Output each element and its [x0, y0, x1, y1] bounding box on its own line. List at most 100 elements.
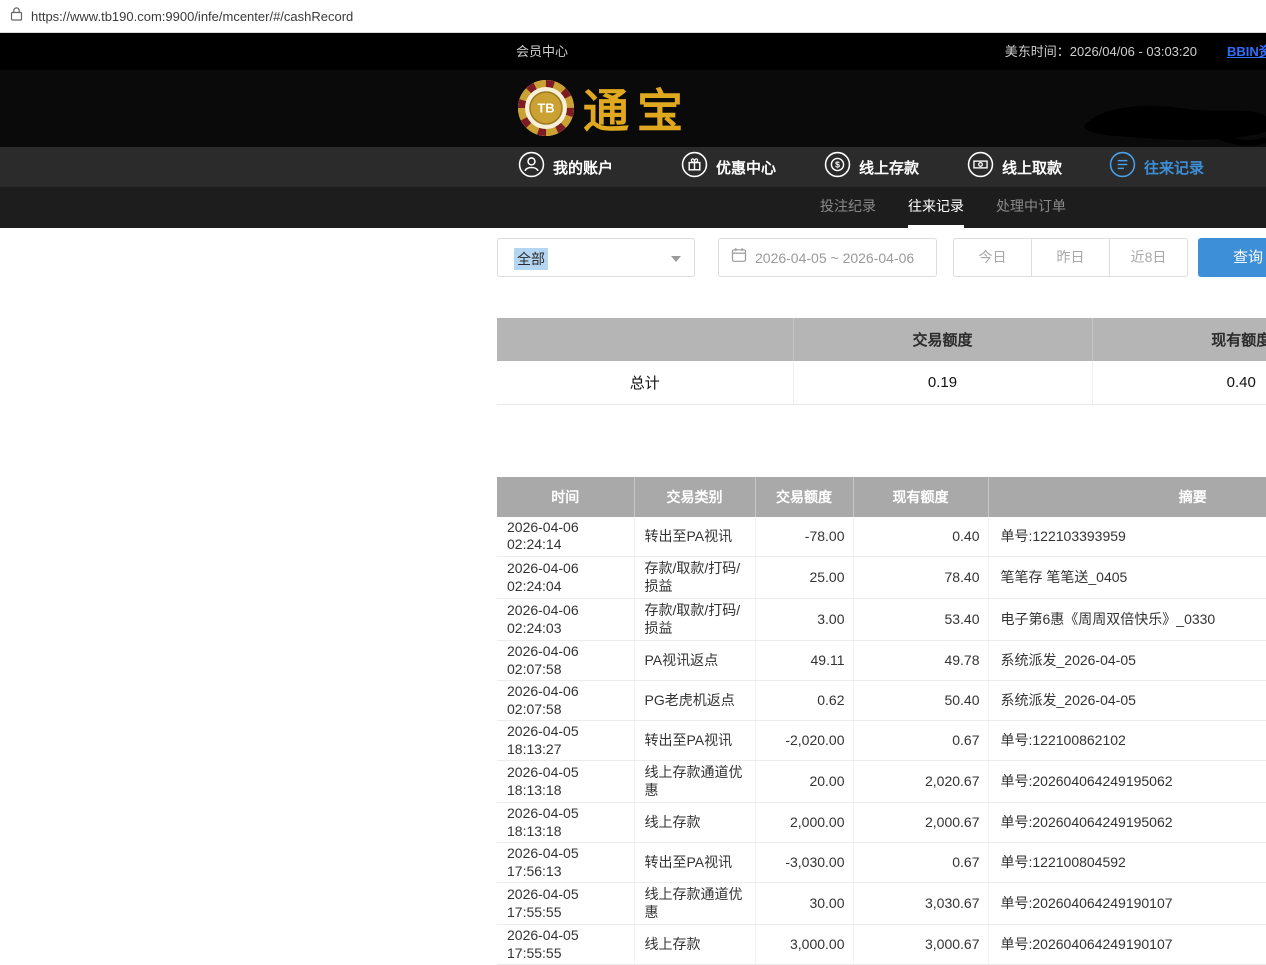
cell-amount: -2,020.00 — [755, 721, 853, 761]
gift-icon — [681, 151, 708, 183]
cell-time: 2026-04-05 18:13:18 — [497, 803, 634, 843]
cell-time: 2026-04-05 18:13:27 — [497, 721, 634, 761]
person-icon — [518, 151, 545, 183]
cell-amount: 0.62 — [755, 681, 853, 721]
redaction-scribble — [1080, 98, 1266, 153]
cell-summary: 单号:202604064249195062 — [988, 803, 1266, 843]
subnav-processing-orders[interactable]: 处理中订单 — [996, 187, 1066, 228]
records-table-body: 2026-04-06 02:24:14转出至PA视讯-78.000.40单号:1… — [497, 517, 1266, 965]
summary-header-transaction: 交易额度 — [793, 318, 1092, 361]
cell-balance: 53.40 — [853, 599, 988, 641]
summary-total-row: 总计 0.19 0.40 — [497, 361, 1266, 404]
table-row: 2026-04-06 02:24:03存款/取款/打码/损益3.0053.40电… — [497, 599, 1266, 641]
nav-item-withdraw[interactable]: 线上取款 — [967, 147, 1062, 187]
cell-summary: 单号:122100862102 — [988, 721, 1266, 761]
cell-time: 2026-04-05 18:13:18 — [497, 761, 634, 803]
cell-summary: 系统派发_2026-04-05 — [988, 641, 1266, 681]
table-row: 2026-04-06 02:07:58PG老虎机返点0.6250.40系统派发_… — [497, 681, 1266, 721]
cell-summary: 单号:202604064249190107 — [988, 925, 1266, 965]
summary-table: 交易额度 现有额度 总计 0.19 0.40 — [497, 318, 1266, 405]
cell-summary: 电子第6惠《周周双倍快乐》_0330 — [988, 599, 1266, 641]
record-icon — [1109, 151, 1136, 183]
url-text: https://www.tb190.com:9900/infe/mcenter/… — [31, 9, 353, 24]
summary-total-label: 总计 — [497, 361, 793, 404]
brand-logo: TB 通宝 — [517, 79, 691, 142]
logo-band: TB 通宝 — [0, 70, 1266, 147]
search-button[interactable]: 查询 — [1198, 238, 1266, 277]
cell-type: 转出至PA视讯 — [634, 721, 755, 761]
col-header-type: 交易类别 — [634, 477, 755, 517]
table-row: 2026-04-05 17:55:55线上存款通道优惠30.003,030.67… — [497, 883, 1266, 925]
cell-balance: 0.67 — [853, 843, 988, 883]
topbar: 会员中心 美东时间：2026/04/06 - 03:03:20 BBIN资 — [0, 33, 1266, 70]
browser-address-bar[interactable]: https://www.tb190.com:9900/infe/mcenter/… — [0, 0, 1266, 33]
col-header-summary: 摘要 — [988, 477, 1266, 517]
cell-type: 线上存款 — [634, 803, 755, 843]
svg-text:TB: TB — [537, 101, 554, 116]
cell-amount: 25.00 — [755, 557, 853, 599]
date-range-input[interactable]: 2026-04-05 ~ 2026-04-06 — [718, 238, 937, 277]
cell-balance: 2,020.67 — [853, 761, 988, 803]
cell-type: 存款/取款/打码/损益 — [634, 557, 755, 599]
cell-amount: -78.00 — [755, 517, 853, 557]
cell-balance: 0.67 — [853, 721, 988, 761]
cell-balance: 49.78 — [853, 641, 988, 681]
chevron-down-icon — [671, 256, 681, 262]
table-row: 2026-04-06 02:24:14转出至PA视讯-78.000.40单号:1… — [497, 517, 1266, 557]
cell-type: 线上存款通道优惠 — [634, 883, 755, 925]
calendar-icon — [731, 247, 747, 268]
selected-type: 全部 — [514, 248, 548, 270]
records-table: 时间 交易类别 交易额度 现有额度 摘要 2026-04-06 02:24:14… — [497, 477, 1266, 965]
cell-type: 线上存款 — [634, 925, 755, 965]
cell-type: 存款/取款/打码/损益 — [634, 599, 755, 641]
lock-icon — [10, 6, 23, 27]
table-row: 2026-04-05 18:13:18线上存款2,000.002,000.67单… — [497, 803, 1266, 843]
deposit-coin-icon: $ — [824, 151, 851, 183]
summary-header-empty — [497, 318, 793, 361]
table-row: 2026-04-05 18:13:27转出至PA视讯-2,020.000.67单… — [497, 721, 1266, 761]
cell-type: 转出至PA视讯 — [634, 517, 755, 557]
cell-balance: 3,000.67 — [853, 925, 988, 965]
cell-time: 2026-04-05 17:55:55 — [497, 925, 634, 965]
cell-balance: 0.40 — [853, 517, 988, 557]
content-area: 全部 2026-04-05 ~ 2026-04-06 今日 昨日 近8日 查询 — [497, 238, 1266, 965]
yesterday-button[interactable]: 昨日 — [1031, 238, 1110, 277]
col-header-amount: 交易额度 — [755, 477, 853, 517]
cell-type: 线上存款通道优惠 — [634, 761, 755, 803]
nav-item-promotions[interactable]: 优惠中心 — [681, 147, 776, 187]
cell-type: PA视讯返点 — [634, 641, 755, 681]
table-row: 2026-04-05 18:13:18线上存款通道优惠20.002,020.67… — [497, 761, 1266, 803]
cell-balance: 2,000.67 — [853, 803, 988, 843]
table-row: 2026-04-05 17:56:13转出至PA视讯-3,030.000.67单… — [497, 843, 1266, 883]
subnav-bet-records[interactable]: 投注纪录 — [820, 187, 876, 228]
cell-balance: 78.40 — [853, 557, 988, 599]
cell-summary: 单号:202604064249195062 — [988, 761, 1266, 803]
cell-balance: 3,030.67 — [853, 883, 988, 925]
summary-transaction-total: 0.19 — [793, 361, 1092, 404]
cell-summary: 单号:122100804592 — [988, 843, 1266, 883]
cell-summary: 系统派发_2026-04-05 — [988, 681, 1266, 721]
cell-summary: 单号:202604064249190107 — [988, 883, 1266, 925]
subnav-cash-records[interactable]: 往来记录 — [908, 187, 964, 228]
member-center-label: 会员中心 — [516, 33, 568, 70]
cell-amount: 3.00 — [755, 599, 853, 641]
transaction-type-select[interactable]: 全部 — [497, 238, 695, 277]
cell-amount: 3,000.00 — [755, 925, 853, 965]
summary-balance-total: 0.40 — [1092, 361, 1266, 404]
cell-time: 2026-04-05 17:55:55 — [497, 883, 634, 925]
cell-type: 转出至PA视讯 — [634, 843, 755, 883]
nav-item-my-account[interactable]: 我的账户 — [518, 147, 613, 187]
cell-amount: 30.00 — [755, 883, 853, 925]
nav-item-deposit[interactable]: $ 线上存款 — [824, 147, 919, 187]
us-time-label: 美东时间：2026/04/06 - 03:03:20 — [1005, 33, 1197, 70]
today-button[interactable]: 今日 — [953, 238, 1032, 277]
cell-summary: 笔笔存 笔笔送_0405 — [988, 557, 1266, 599]
cell-time: 2026-04-05 17:56:13 — [497, 843, 634, 883]
bbin-link[interactable]: BBIN资 — [1227, 33, 1266, 70]
cell-summary: 单号:122103393959 — [988, 517, 1266, 557]
svg-text:$: $ — [835, 160, 840, 170]
withdraw-money-icon — [967, 151, 994, 183]
date-range-value: 2026-04-05 ~ 2026-04-06 — [755, 250, 914, 266]
nav-item-records[interactable]: 往来记录 — [1109, 147, 1204, 187]
last-8-days-button[interactable]: 近8日 — [1109, 238, 1188, 277]
